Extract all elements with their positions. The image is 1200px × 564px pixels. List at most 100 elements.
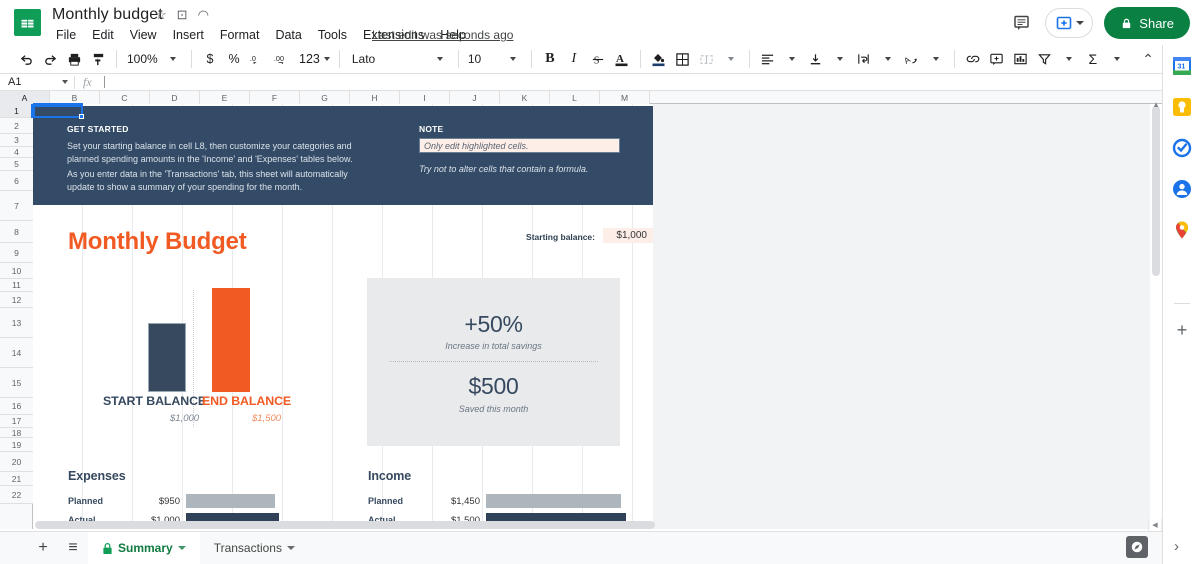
column-header-l[interactable]: L <box>550 91 600 104</box>
row-header-8[interactable]: 8 <box>0 221 33 243</box>
row-header-13[interactable]: 13 <box>0 308 33 338</box>
column-header-g[interactable]: G <box>300 91 350 104</box>
row-header-2[interactable]: 2 <box>0 118 33 134</box>
column-header-d[interactable]: D <box>150 91 200 104</box>
merge-cells-icon[interactable] <box>695 47 719 71</box>
filter-caret[interactable] <box>1057 47 1081 71</box>
google-keep-icon[interactable] <box>1172 97 1192 117</box>
fill-handle[interactable] <box>79 114 84 119</box>
column-header-m[interactable]: M <box>600 91 650 104</box>
column-header-e[interactable]: E <box>200 91 250 104</box>
row-header-11[interactable]: 11 <box>0 279 33 292</box>
menu-data[interactable]: Data <box>267 26 309 44</box>
horizontal-scroll-thumb[interactable] <box>35 521 655 529</box>
valign-caret[interactable] <box>828 47 852 71</box>
halign-caret[interactable] <box>780 47 804 71</box>
chevron-down-icon[interactable] <box>287 546 295 550</box>
google-tasks-icon[interactable] <box>1172 138 1192 158</box>
join-meeting-button[interactable] <box>1045 8 1093 38</box>
spreadsheet-grid[interactable]: GET STARTED Set your starting balance in… <box>33 104 1162 529</box>
move-to-folder-icon[interactable]: ⊡ <box>177 9 188 21</box>
font-family-selector[interactable]: Lato <box>346 47 406 71</box>
share-button[interactable]: Share <box>1104 7 1190 39</box>
add-sheet-button[interactable]: + <box>28 533 58 563</box>
row-header-16[interactable]: 16 <box>0 398 33 415</box>
redo-button[interactable] <box>38 47 62 71</box>
row-header-1[interactable]: 1 <box>0 104 33 118</box>
print-icon[interactable] <box>62 47 86 71</box>
sheet-tab-summary[interactable]: Summary <box>88 532 200 564</box>
explore-button[interactable] <box>1126 536 1148 558</box>
column-header-f[interactable]: F <box>250 91 300 104</box>
link-icon[interactable] <box>961 47 985 71</box>
row-header-12[interactable]: 12 <box>0 292 33 308</box>
font-family-caret[interactable] <box>428 47 452 71</box>
scroll-up-arrow[interactable]: ▲ <box>1152 100 1160 109</box>
row-header-10[interactable]: 10 <box>0 263 33 279</box>
sheet-tab-transactions[interactable]: Transactions <box>200 532 309 564</box>
row-header-20[interactable]: 20 <box>0 452 33 472</box>
text-wrapping-icon[interactable] <box>852 47 876 71</box>
cloud-saved-icon[interactable]: ◠ <box>198 9 209 21</box>
starting-balance-input[interactable]: $1,000 <box>603 228 653 243</box>
row-header-4[interactable]: 4 <box>0 147 33 158</box>
selected-cell-a1[interactable] <box>33 105 83 118</box>
document-title[interactable]: Monthly budget <box>52 6 163 24</box>
insert-comment-icon[interactable] <box>985 47 1009 71</box>
row-header-6[interactable]: 6 <box>0 171 33 191</box>
horizontal-scrollbar[interactable] <box>33 519 1162 531</box>
vertical-align-icon[interactable] <box>804 47 828 71</box>
percent-format-button[interactable]: % <box>222 47 246 71</box>
menu-edit[interactable]: Edit <box>84 26 122 44</box>
column-header-j[interactable]: J <box>450 91 500 104</box>
formula-input[interactable] <box>104 76 105 88</box>
chevron-down-icon[interactable] <box>178 546 186 550</box>
row-header-7[interactable]: 7 <box>0 191 33 221</box>
last-edit-status[interactable]: Last edit was seconds ago <box>372 28 513 42</box>
google-sheets-icon[interactable] <box>14 9 41 36</box>
collapse-toolbar-button[interactable]: ⌃ <box>1142 51 1154 68</box>
menu-insert[interactable]: Insert <box>165 26 212 44</box>
row-header-14[interactable]: 14 <box>0 338 33 368</box>
chevron-down-icon[interactable] <box>1076 21 1084 25</box>
expand-side-panel-button[interactable]: › <box>1174 538 1179 555</box>
number-format-button[interactable]: 123 <box>296 47 333 71</box>
column-header-i[interactable]: I <box>400 91 450 104</box>
increase-decimal-button[interactable]: .00 <box>270 47 296 71</box>
paint-format-icon[interactable] <box>86 47 110 71</box>
functions-caret[interactable] <box>1105 47 1129 71</box>
google-contacts-icon[interactable] <box>1172 179 1192 199</box>
horizontal-align-icon[interactable] <box>756 47 780 71</box>
column-header-k[interactable]: K <box>500 91 550 104</box>
text-rotation-icon[interactable]: A <box>900 47 924 71</box>
vertical-scroll-thumb[interactable] <box>1152 106 1160 276</box>
name-box-caret-icon[interactable] <box>62 80 68 84</box>
row-header-21[interactable]: 21 <box>0 472 33 486</box>
google-maps-icon[interactable] <box>1172 220 1192 240</box>
column-header-h[interactable]: H <box>350 91 400 104</box>
zoom-selector[interactable]: 100% <box>123 47 161 71</box>
font-size-selector[interactable]: 10 <box>465 47 489 71</box>
comment-history-icon[interactable] <box>1010 11 1034 35</box>
scroll-left-arrow[interactable]: ◀ <box>1148 519 1161 531</box>
rotation-caret[interactable] <box>924 47 948 71</box>
vertical-scrollbar[interactable] <box>1150 104 1162 529</box>
row-header-5[interactable]: 5 <box>0 158 33 171</box>
all-sheets-button[interactable]: ≡ <box>58 533 88 563</box>
menu-file[interactable]: File <box>48 26 84 44</box>
undo-button[interactable] <box>14 47 38 71</box>
functions-button[interactable]: Σ <box>1081 47 1105 71</box>
borders-icon[interactable] <box>671 47 695 71</box>
bold-button[interactable]: B <box>538 47 562 71</box>
name-box[interactable]: A1 <box>0 74 62 91</box>
row-header-19[interactable]: 19 <box>0 438 33 452</box>
get-add-ons-button[interactable]: + <box>1172 320 1192 340</box>
zoom-caret[interactable] <box>161 47 185 71</box>
font-size-caret[interactable] <box>501 47 525 71</box>
insert-chart-icon[interactable] <box>1009 47 1033 71</box>
star-icon[interactable]: ☆ <box>155 9 167 21</box>
strikethrough-button[interactable]: S <box>586 47 610 71</box>
menu-tools[interactable]: Tools <box>310 26 355 44</box>
row-header-9[interactable]: 9 <box>0 243 33 263</box>
italic-button[interactable]: I <box>562 47 586 71</box>
